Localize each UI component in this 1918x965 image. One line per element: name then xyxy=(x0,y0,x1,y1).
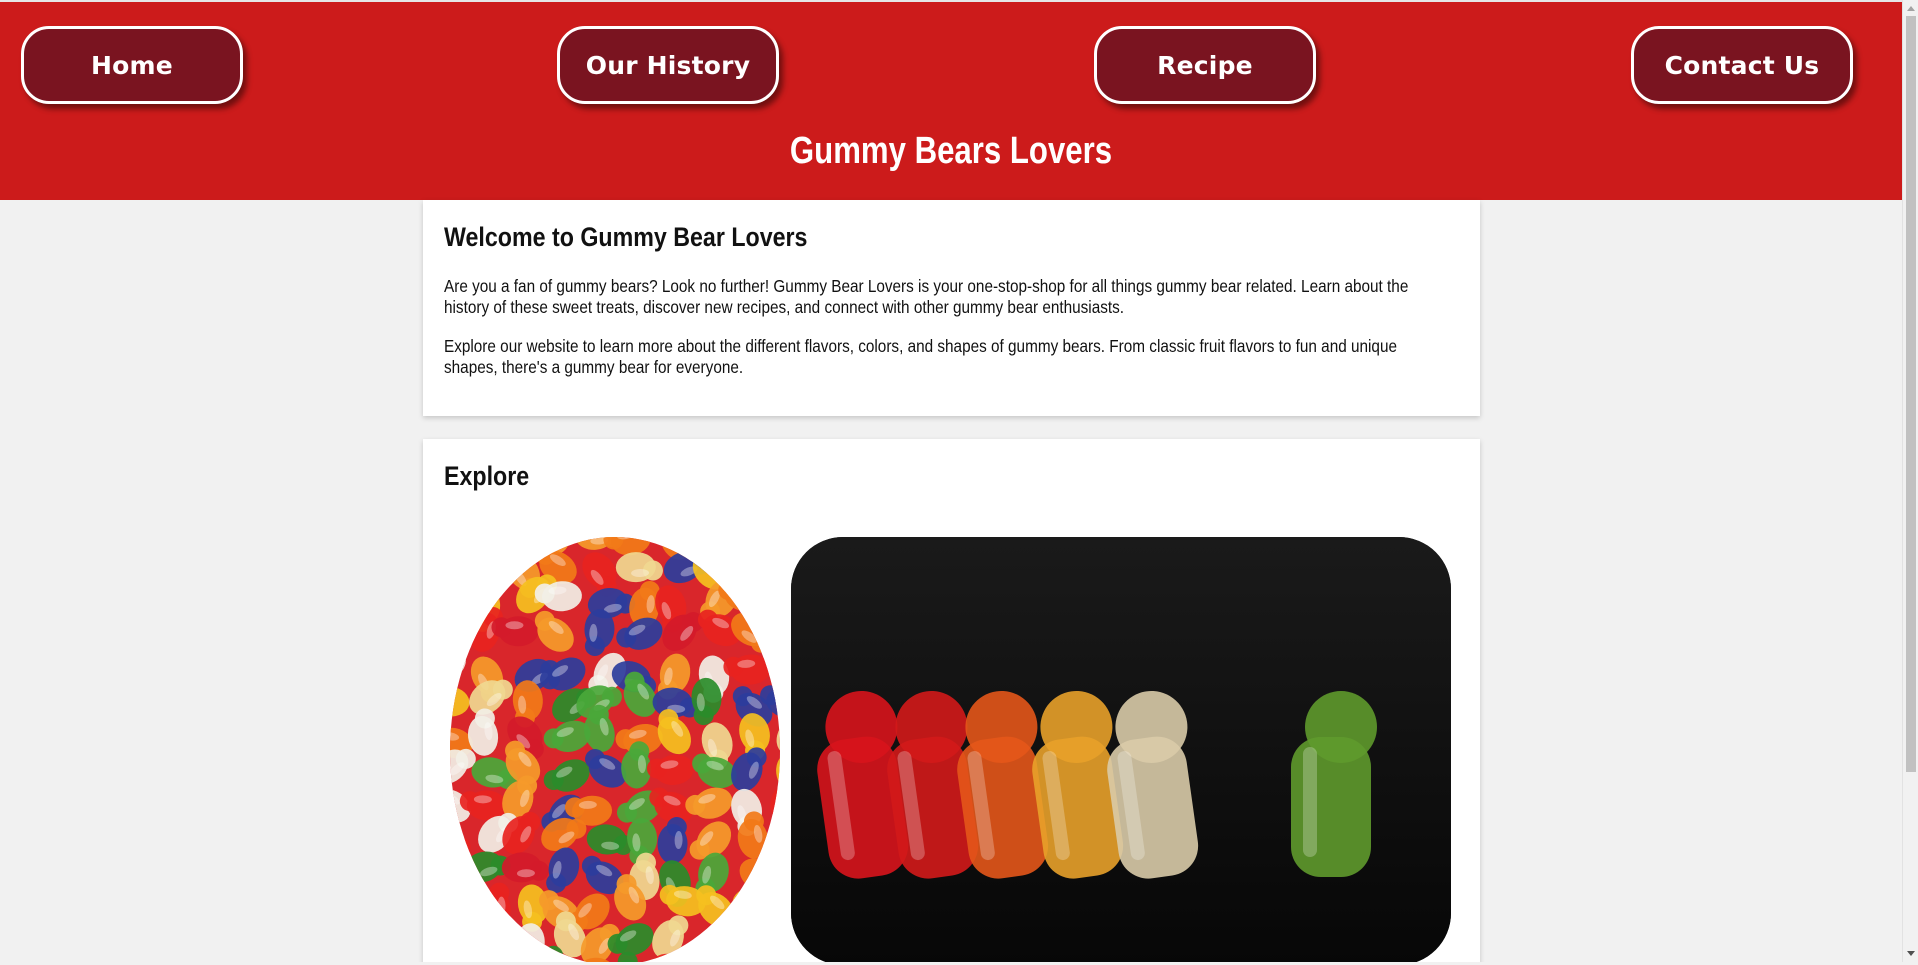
nav-button-home[interactable]: Home xyxy=(21,26,243,104)
welcome-paragraph-1: Are you a fan of gummy bears? Look no fu… xyxy=(444,276,1409,317)
welcome-section: Welcome to Gummy Bear Lovers Are you a f… xyxy=(423,200,1480,416)
site-title: Gummy Bears Lovers xyxy=(789,130,1113,172)
nav-button-recipe[interactable]: Recipe xyxy=(1094,26,1316,104)
scroll-down-arrow-icon[interactable] xyxy=(1903,946,1918,962)
page-viewport: Home Our History Recipe Contact Us Gummy… xyxy=(0,0,1902,962)
explore-heading: Explore xyxy=(444,461,530,491)
welcome-paragraph-2: Explore our website to learn more about … xyxy=(444,336,1397,377)
scrollbar-thumb[interactable] xyxy=(1906,16,1916,772)
vertical-scrollbar[interactable] xyxy=(1902,0,1918,962)
gummy-pile-graphic xyxy=(450,537,780,962)
nav-button-contact-us[interactable]: Contact Us xyxy=(1631,26,1853,104)
scroll-up-arrow-icon[interactable] xyxy=(1903,0,1918,16)
site-header: Home Our History Recipe Contact Us Gummy… xyxy=(0,2,1902,200)
gummy-row-graphic xyxy=(791,537,1451,962)
welcome-heading: Welcome to Gummy Bear Lovers xyxy=(444,222,808,252)
nav-button-our-history[interactable]: Our History xyxy=(557,26,779,104)
gummy-bear-row-image xyxy=(791,537,1451,962)
gummy-bear-pile-image xyxy=(450,537,780,962)
